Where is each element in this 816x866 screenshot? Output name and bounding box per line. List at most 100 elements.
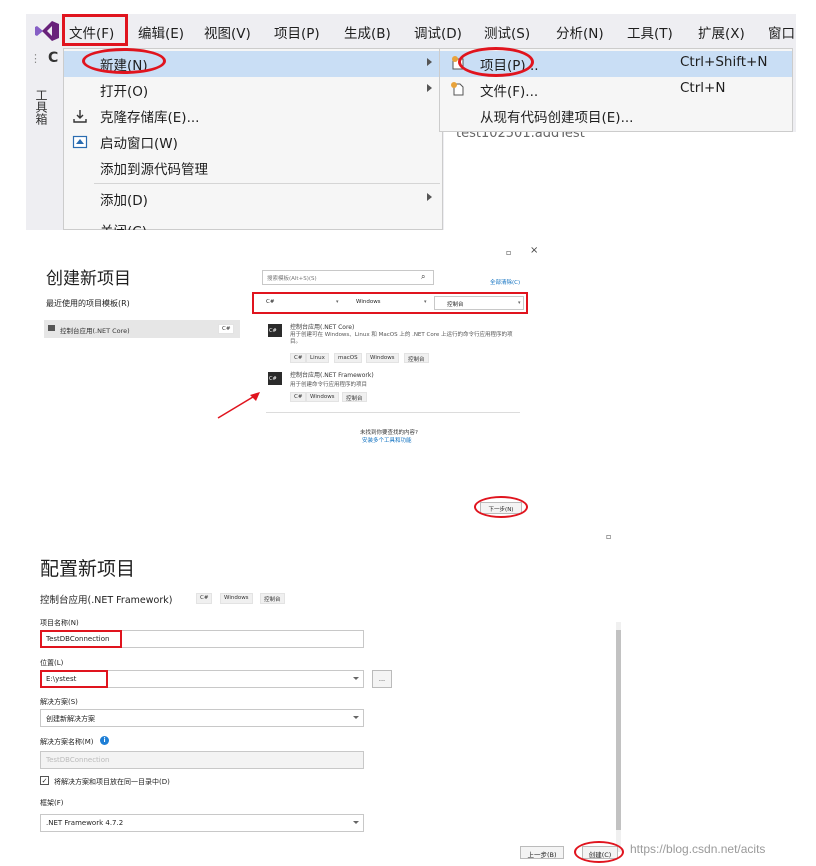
annotation-arrow — [217, 392, 260, 419]
search-icon: ⌕ — [421, 272, 426, 281]
clone-icon — [73, 110, 87, 123]
visual-studio-logo-icon — [35, 21, 59, 41]
recent-template-label: 控制台应用(.NET Core) — [60, 327, 130, 335]
search-placeholder: 搜索模板(Alt+S)(S) — [267, 276, 317, 282]
file-menu-close[interactable]: 关闭(C) — [64, 217, 442, 230]
back-button[interactable]: 上一步(B) — [520, 846, 564, 859]
tag: Windows — [220, 593, 253, 604]
file-menu-start-window-label: 启动窗口(W) — [100, 136, 178, 152]
toolbox-tab[interactable]: 工具箱 — [28, 89, 50, 149]
chevron-down-icon — [353, 821, 359, 824]
page-title: 配置新项目 — [40, 558, 136, 580]
menu-build[interactable]: 生成(B) — [344, 22, 391, 42]
restore-icon[interactable]: ▫ — [506, 248, 511, 257]
file-menu: 新建(N) 打开(O) 克隆存储库(E)... 启动窗口(W) 添加到源代码管理… — [63, 48, 443, 230]
menu-project[interactable]: 项目(P) — [274, 22, 320, 42]
page-title: 创建新项目 — [46, 269, 131, 289]
solution-name-input[interactable]: TestDBConnection — [40, 751, 364, 769]
solution-value: 创建新解决方案 — [46, 715, 95, 723]
new-from-existing-label: 从现有代码创建项目(E)... — [480, 110, 634, 126]
menu-extensions[interactable]: 扩展(X) — [698, 22, 745, 42]
toolbar-glyph: C — [48, 50, 59, 66]
menu-bar: 文件(F) 编辑(E) 视图(V) 项目(P) 生成(B) 调试(D) 测试(S… — [26, 14, 796, 48]
new-file-icon — [451, 82, 464, 96]
annotation-file-box — [62, 14, 128, 46]
file-menu-add[interactable]: 添加(D) — [64, 186, 442, 212]
annotation-project-name-box — [40, 630, 122, 648]
menu-edit[interactable]: 编辑(E) — [138, 22, 184, 42]
project-name-label: 项目名称(N) — [40, 619, 79, 627]
tag: Windows — [366, 353, 399, 363]
tag: C# — [290, 392, 307, 402]
editor-area — [444, 132, 796, 230]
console-app-icon: C# — [268, 324, 282, 337]
menu-view[interactable]: 视图(V) — [204, 22, 251, 42]
info-icon[interactable]: i — [100, 736, 109, 745]
menu-debug[interactable]: 调试(D) — [414, 22, 462, 42]
not-found-text: 未找到你要查找的内容? — [360, 430, 418, 436]
recent-template-lang: C# — [218, 324, 235, 334]
solution-name-label: 解决方案名称(M) — [40, 738, 94, 746]
tag: C# — [196, 593, 213, 604]
same-dir-checkbox[interactable]: ✓ — [40, 776, 49, 785]
framework-label: 框架(F) — [40, 799, 64, 807]
scrollbar-thumb[interactable] — [616, 630, 621, 830]
submenu-arrow-icon — [427, 58, 432, 66]
chevron-down-icon — [353, 716, 359, 719]
menu-test[interactable]: 测试(S) — [484, 22, 530, 42]
divider — [266, 412, 520, 413]
file-menu-add-source-control[interactable]: 添加到源代码管理 — [64, 155, 442, 181]
start-window-icon — [72, 135, 88, 149]
vs-menu-screenshot: 文件(F) 编辑(E) 视图(V) 项目(P) 生成(B) 调试(D) 测试(S… — [26, 14, 796, 230]
annotation-next-oval — [474, 496, 528, 518]
file-menu-clone[interactable]: 克隆存储库(E)... — [64, 103, 442, 129]
chevron-down-icon — [353, 677, 359, 680]
install-tools-link[interactable]: 安装多个工具和功能 — [362, 436, 412, 444]
menu-window[interactable]: 窗口 — [768, 22, 795, 42]
console-icon — [48, 325, 55, 331]
file-menu-open-label: 打开(O) — [100, 84, 149, 100]
console-app-icon: C# — [268, 372, 282, 385]
submenu-arrow-icon — [427, 193, 432, 201]
tag: Linux — [306, 353, 329, 363]
menu-analyze[interactable]: 分析(N) — [556, 22, 604, 42]
template-desc: 用于创建可在 Windows、Linux 和 MacOS 上的 .NET Cor… — [290, 332, 513, 345]
browse-button[interactable]: ... — [372, 670, 392, 688]
template-name: 控制台应用(.NET Core) — [290, 324, 355, 331]
configure-project-dialog: ▫ 配置新项目 控制台应用(.NET Framework) C# Windows… — [28, 532, 628, 863]
file-menu-start-window[interactable]: 启动窗口(W) — [64, 129, 442, 155]
file-menu-add-source-control-label: 添加到源代码管理 — [100, 162, 208, 178]
solution-select[interactable]: 创建新解决方案 — [40, 709, 364, 727]
tag: macOS — [334, 353, 362, 363]
clear-all-link[interactable]: 全部清除(C) — [490, 278, 520, 286]
grip-icon: ⋮ — [30, 52, 41, 65]
solution-label: 解决方案(S) — [40, 698, 78, 706]
recent-heading: 最近使用的项目模板(R) — [46, 299, 130, 308]
template-name: 控制台应用(.NET Framework) — [290, 372, 374, 379]
annotation-location-box — [40, 670, 108, 688]
location-label: 位置(L) — [40, 659, 64, 667]
menu-tools[interactable]: 工具(T) — [627, 22, 673, 42]
scrollbar[interactable] — [616, 622, 621, 852]
new-from-existing-item[interactable]: 从现有代码创建项目(E)... — [440, 103, 792, 129]
file-menu-open[interactable]: 打开(O) — [64, 77, 442, 103]
template-item-netframework[interactable]: C# 控制台应用(.NET Framework) 用于创建命令行应用程序的项目 … — [264, 368, 520, 406]
restore-icon[interactable]: ▫ — [606, 532, 611, 541]
template-item-netcore[interactable]: C# 控制台应用(.NET Core) 用于创建可在 Windows、Linux… — [264, 320, 520, 366]
annotation-new-oval — [82, 48, 166, 74]
new-file-item[interactable]: 文件(F)... Ctrl+N — [440, 77, 792, 103]
watermark: https://blog.csdn.net/acits — [630, 842, 766, 856]
recent-template-item[interactable]: 控制台应用(.NET Core) C# — [44, 320, 240, 338]
framework-select[interactable]: .NET Framework 4.7.2 — [40, 814, 364, 832]
submenu-arrow-icon — [427, 84, 432, 92]
annotation-project-oval — [458, 47, 534, 77]
new-project-shortcut: Ctrl+Shift+N — [680, 54, 768, 70]
tag: Windows — [306, 392, 339, 402]
template-desc: 用于创建命令行应用程序的项目 — [290, 382, 368, 388]
annotation-filters-box — [252, 292, 528, 314]
file-menu-clone-label: 克隆存储库(E)... — [100, 110, 200, 126]
close-icon[interactable]: × — [530, 245, 538, 256]
new-file-shortcut: Ctrl+N — [680, 80, 726, 96]
search-input[interactable]: 搜索模板(Alt+S)(S) ⌕ — [262, 270, 434, 285]
menu-separator — [94, 183, 440, 184]
